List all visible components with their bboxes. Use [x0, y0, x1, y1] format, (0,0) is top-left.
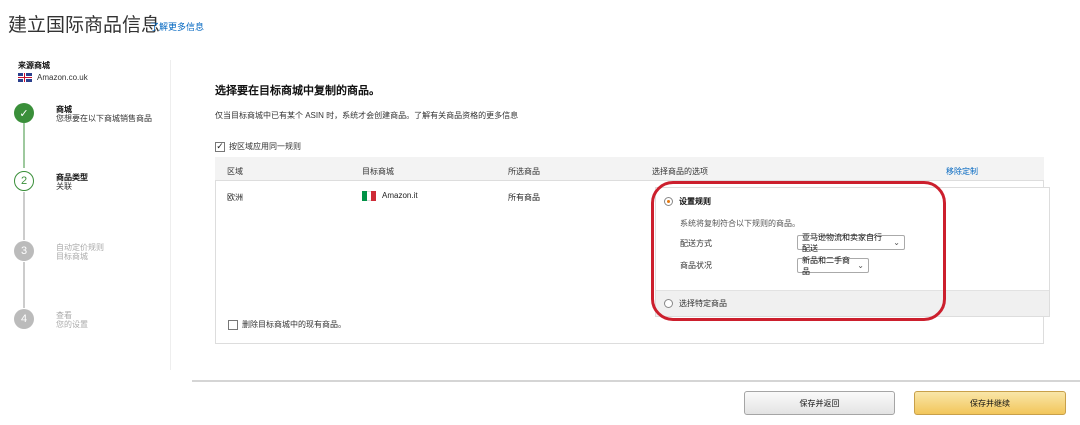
step-connector [23, 262, 25, 308]
sidebar-divider [170, 60, 171, 370]
save-and-back-button[interactable]: 保存并返回 [744, 391, 895, 415]
step-2-subtitle: 关联 [56, 182, 72, 191]
header-selected-products: 所选商品 [508, 167, 540, 176]
rules-description: 系统将复制符合以下规则的商品。 [680, 219, 800, 228]
row-target-store: Amazon.it [362, 191, 418, 201]
step-4-subtitle: 您的设置 [56, 320, 88, 329]
apply-same-rule-checkbox[interactable]: ✓ [215, 141, 225, 152]
row-region: 欧洲 [227, 193, 243, 202]
step-connector [23, 192, 25, 240]
choose-specific-radio[interactable] [664, 299, 673, 308]
table-header [215, 157, 1044, 181]
remove-customization-link[interactable]: 移除定制 [946, 166, 978, 177]
footer-divider [192, 380, 1080, 382]
header-product-options: 选择商品的选项 [652, 167, 708, 176]
fulfillment-select[interactable]: 亚马逊物流和卖家自行配送 ⌄ [797, 233, 905, 253]
source-store: Amazon.co.uk [18, 73, 88, 82]
header-region: 区域 [227, 167, 243, 176]
set-rules-option[interactable]: 设置规则 [664, 196, 711, 207]
step-connector [23, 123, 25, 168]
fulfillment-value: 亚马逊物流和卖家自行配送 [802, 232, 882, 253]
set-rules-label: 设置规则 [679, 197, 711, 206]
source-store-label: 来源商城 [18, 61, 50, 70]
step-3-number: 3 [14, 241, 34, 261]
set-rules-radio[interactable] [664, 197, 673, 206]
source-store-name: Amazon.co.uk [37, 73, 88, 82]
row-target-store-name: Amazon.it [382, 191, 418, 201]
apply-same-rule-label: 按区域应用同一规则 [229, 142, 301, 151]
header-target-store: 目标商城 [362, 167, 394, 176]
choose-specific-option[interactable]: 选择特定商品 [664, 298, 727, 309]
exclude-existing-label: 删除目标商城中的现有商品。 [242, 320, 346, 329]
learn-more-link[interactable]: 了解更多信息 [150, 20, 204, 33]
step-3-subtitle: 目标商城 [56, 252, 88, 261]
step-1-check-icon: ✓ [14, 103, 34, 123]
condition-label: 商品状况 [680, 261, 712, 270]
row-selected-products: 所有商品 [508, 193, 540, 202]
uk-flag-icon [18, 73, 32, 82]
section-description: 仅当目标商城中已有某个 ASIN 时，系统才会创建商品。了解有关商品资格的更多信… [215, 111, 519, 120]
apply-same-rule-option[interactable]: ✓ 按区域应用同一规则 [215, 141, 301, 152]
step-2-number: 2 [14, 171, 34, 191]
chevron-down-icon: ⌄ [893, 238, 900, 247]
condition-select[interactable]: 新品和二手商品 ⌄ [797, 256, 869, 276]
exclude-existing-checkbox[interactable] [228, 319, 238, 330]
step-1-subtitle: 您想要在以下商城销售商品 [56, 114, 152, 123]
section-heading: 选择要在目标商城中复制的商品。 [215, 85, 380, 97]
exclude-existing-option[interactable]: 删除目标商城中的现有商品。 [228, 319, 346, 330]
choose-specific-label: 选择特定商品 [679, 299, 727, 308]
fulfillment-label: 配送方式 [680, 239, 712, 248]
italy-flag-icon [362, 191, 377, 201]
page-title: 建立国际商品信息 [8, 15, 161, 36]
save-and-continue-button[interactable]: 保存并继续 [914, 391, 1066, 415]
chevron-down-icon: ⌄ [857, 261, 864, 270]
condition-value: 新品和二手商品 [802, 255, 850, 276]
step-4-number: 4 [14, 309, 34, 329]
